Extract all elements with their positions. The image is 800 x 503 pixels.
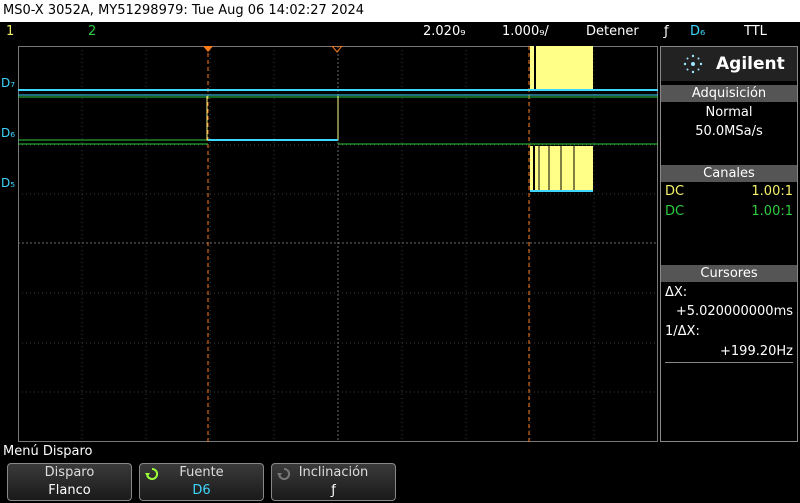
softkey-trigger-source[interactable]: Fuente D6 — [139, 463, 264, 501]
channel-label-d6: D₆ — [1, 126, 16, 140]
softkey-label: Fuente — [179, 465, 224, 480]
softkey-value: D6 — [192, 483, 211, 498]
acquisition-header[interactable]: Adquisición — [661, 85, 797, 102]
trace-d6 — [18, 96, 658, 145]
side-panel: Agilent Adquisición Normal 50.0MSa/s Can… — [660, 46, 798, 442]
waveform-display[interactable] — [18, 46, 658, 442]
softkey-label: Inclinación — [298, 465, 369, 480]
agilent-spark-icon — [683, 54, 703, 74]
channel-1-coupling: DC — [665, 184, 685, 199]
trace-d5 — [530, 146, 593, 192]
vertical-scale-readout: 1.000₉/ — [502, 24, 549, 39]
softkey-trigger-slope[interactable]: Inclinación ƒ — [271, 463, 396, 501]
trigger-level: TTL — [744, 24, 767, 39]
trigger-position-marker — [203, 46, 213, 52]
channel-1-probe: 1.00:1 — [751, 184, 793, 199]
softkey-trigger-type[interactable]: Disparo Flanco — [7, 463, 132, 501]
trigger-edge-icon: ƒ — [664, 24, 669, 39]
channel-1-indicator[interactable]: 1 — [6, 22, 14, 42]
softkey-label: Disparo — [44, 465, 95, 480]
acquisition-mode: Normal — [705, 105, 753, 120]
brand-name: Agilent — [716, 54, 785, 74]
run-mode-status: Detener — [586, 24, 639, 39]
timebase-readout: 2.020₉ — [423, 24, 466, 39]
rising-edge-icon: ƒ — [331, 483, 336, 498]
inverse-delta-x-value: +199.20Hz — [665, 344, 793, 363]
channel-2-coupling: DC — [665, 204, 685, 219]
channels-header[interactable]: Canales — [661, 165, 797, 182]
menu-title: Menú Disparo — [3, 444, 93, 459]
inverse-delta-x-label-text: 1/ΔX: — [665, 324, 700, 339]
delta-x-value-text: +5.020000000ms — [675, 304, 793, 319]
channel-label-d7: D₇ — [1, 76, 16, 90]
brand-logo: Agilent — [661, 47, 797, 81]
window-title: MS0-X 3052A, MY51298979: Tue Aug 06 14:0… — [0, 0, 800, 22]
softkey-value: Flanco — [48, 483, 91, 498]
channel-label-d5: D₅ — [1, 176, 16, 190]
channel-2-probe: 1.00:1 — [751, 204, 793, 219]
graticule — [18, 46, 658, 442]
sample-rate: 50.0MSa/s — [695, 124, 763, 139]
status-bar: 1 2 2.020₉ 1.000₉/ Detener ƒ D₆ TTL — [0, 22, 800, 42]
trigger-source: D₆ — [690, 24, 706, 39]
channel-2-indicator[interactable]: 2 — [88, 22, 96, 42]
cursors-header[interactable]: Cursores — [661, 265, 797, 282]
inverse-delta-x-value-text: +199.20Hz — [720, 344, 793, 359]
delta-x-label-text: ΔX: — [665, 285, 688, 300]
